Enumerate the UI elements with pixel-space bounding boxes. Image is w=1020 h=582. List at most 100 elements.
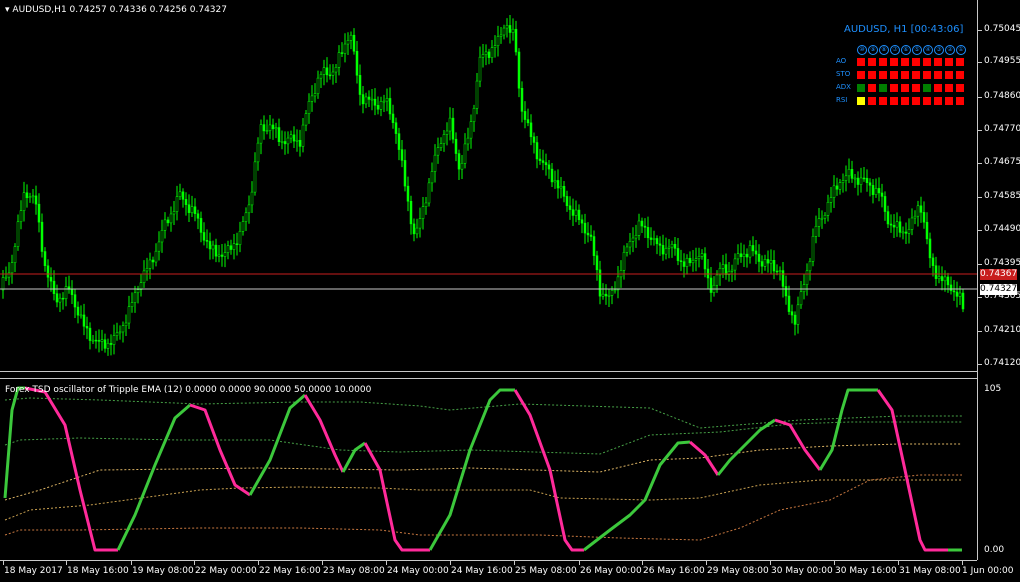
candle-body <box>835 185 839 190</box>
candle-body <box>106 343 110 349</box>
signal-cell-red <box>945 71 953 79</box>
candle-body <box>547 164 551 170</box>
signal-cell-red <box>912 84 920 92</box>
candle-body <box>946 276 950 286</box>
candle-body <box>28 196 32 199</box>
price-chart[interactable] <box>0 0 977 370</box>
candle-body <box>514 28 518 53</box>
signal-cell-red <box>956 71 964 79</box>
candle-body <box>541 160 545 163</box>
candle-body <box>679 260 683 262</box>
candle-body <box>736 253 740 260</box>
candle-body <box>610 290 614 296</box>
candle-body <box>949 284 953 292</box>
candle-body <box>148 259 152 269</box>
candle-body <box>922 212 926 223</box>
candle-body <box>439 143 443 148</box>
candle-body <box>130 302 134 307</box>
signal-cell-red <box>868 71 876 79</box>
candle-body <box>889 223 893 226</box>
candle-body <box>562 185 566 197</box>
time-tick <box>706 561 707 565</box>
candle-body <box>319 74 323 79</box>
candle-body <box>490 47 494 58</box>
oscillator-up-segment <box>583 440 691 552</box>
candle-body <box>166 219 170 224</box>
indicator-scale-top: 105 <box>984 384 1002 394</box>
time-tick <box>3 561 4 565</box>
candle-body <box>256 142 260 163</box>
candle-body <box>613 289 617 292</box>
candle-body <box>925 221 929 240</box>
price-tick <box>978 230 982 231</box>
time-axis[interactable]: 18 May 2017 18 May 16:00 19 May 08:00 22 Ma… <box>0 560 1013 582</box>
candle-body <box>484 51 488 55</box>
candle-body <box>505 25 509 29</box>
candle-body <box>694 258 698 261</box>
candle-body <box>436 147 440 156</box>
candle-body <box>841 180 845 183</box>
signal-row-label: RSI <box>836 96 848 104</box>
candle-body <box>340 52 344 54</box>
oscillator-down-segment <box>363 442 430 552</box>
candle-body <box>616 276 620 291</box>
time-label: 1 Jun 00:00 <box>962 566 1014 576</box>
candle-body <box>133 292 137 303</box>
price-tick <box>978 130 982 131</box>
price-tick <box>978 364 982 365</box>
candle-body <box>958 292 962 297</box>
price-label: 0.74210 <box>984 325 1020 335</box>
price-tick <box>978 163 982 164</box>
candle-body <box>208 241 212 250</box>
candle-body <box>217 254 221 257</box>
candle-body <box>61 297 65 300</box>
time-tick <box>770 561 771 565</box>
candle-body <box>37 203 41 223</box>
candle-body <box>229 245 233 250</box>
candle-body <box>928 238 932 259</box>
symbol-ohlc: AUDUSD,H1 0.74257 0.74336 0.74256 0.7432… <box>12 5 227 15</box>
time-label: 26 May 16:00 <box>643 566 705 576</box>
price-label: 0.74955 <box>984 56 1020 66</box>
candle-body <box>919 205 923 213</box>
signal-cell-red <box>879 97 887 105</box>
dropdown-triangle-icon[interactable]: ▾ <box>5 5 10 15</box>
candle-body <box>385 98 389 102</box>
candle-body <box>676 248 680 261</box>
candle-body <box>481 54 485 58</box>
candle-body <box>46 265 50 278</box>
candle-body <box>466 137 470 145</box>
candle-body <box>364 96 368 105</box>
candle-body <box>118 331 122 334</box>
price-axis[interactable]: 0.75045 0.74955 0.74860 0.74770 0.74675 0.745… <box>977 0 1020 560</box>
oscillator-down-segment <box>24 386 118 552</box>
candle-body <box>205 240 209 242</box>
candle-body <box>559 185 563 189</box>
candle-body <box>664 248 668 255</box>
signal-row-label: ADX <box>836 83 851 91</box>
indicator-chart[interactable] <box>0 380 977 560</box>
timeframe-indicator: ⑤ <box>912 45 922 55</box>
signal-cell-red <box>890 71 898 79</box>
candle-body <box>907 229 911 234</box>
candle-body <box>76 306 80 316</box>
pane-separator[interactable] <box>0 370 977 380</box>
price-label: 0.74675 <box>984 157 1020 167</box>
candle-body <box>730 269 734 272</box>
candle-body <box>577 209 581 221</box>
candle-body <box>163 219 167 231</box>
candle-body <box>409 201 413 225</box>
signal-cell-red <box>879 58 887 66</box>
signal-cell-green <box>879 84 887 92</box>
candle-body <box>382 100 386 103</box>
candle-body <box>529 122 533 138</box>
price-label: 0.74395 <box>984 258 1020 268</box>
candle-body <box>280 141 284 143</box>
signal-cell-red <box>890 97 898 105</box>
candle-body <box>157 241 161 252</box>
candle-body <box>373 98 377 106</box>
candle-body <box>169 213 173 224</box>
candle-body <box>388 98 392 115</box>
candle-body <box>778 270 782 272</box>
price-label: 0.74860 <box>984 91 1020 101</box>
